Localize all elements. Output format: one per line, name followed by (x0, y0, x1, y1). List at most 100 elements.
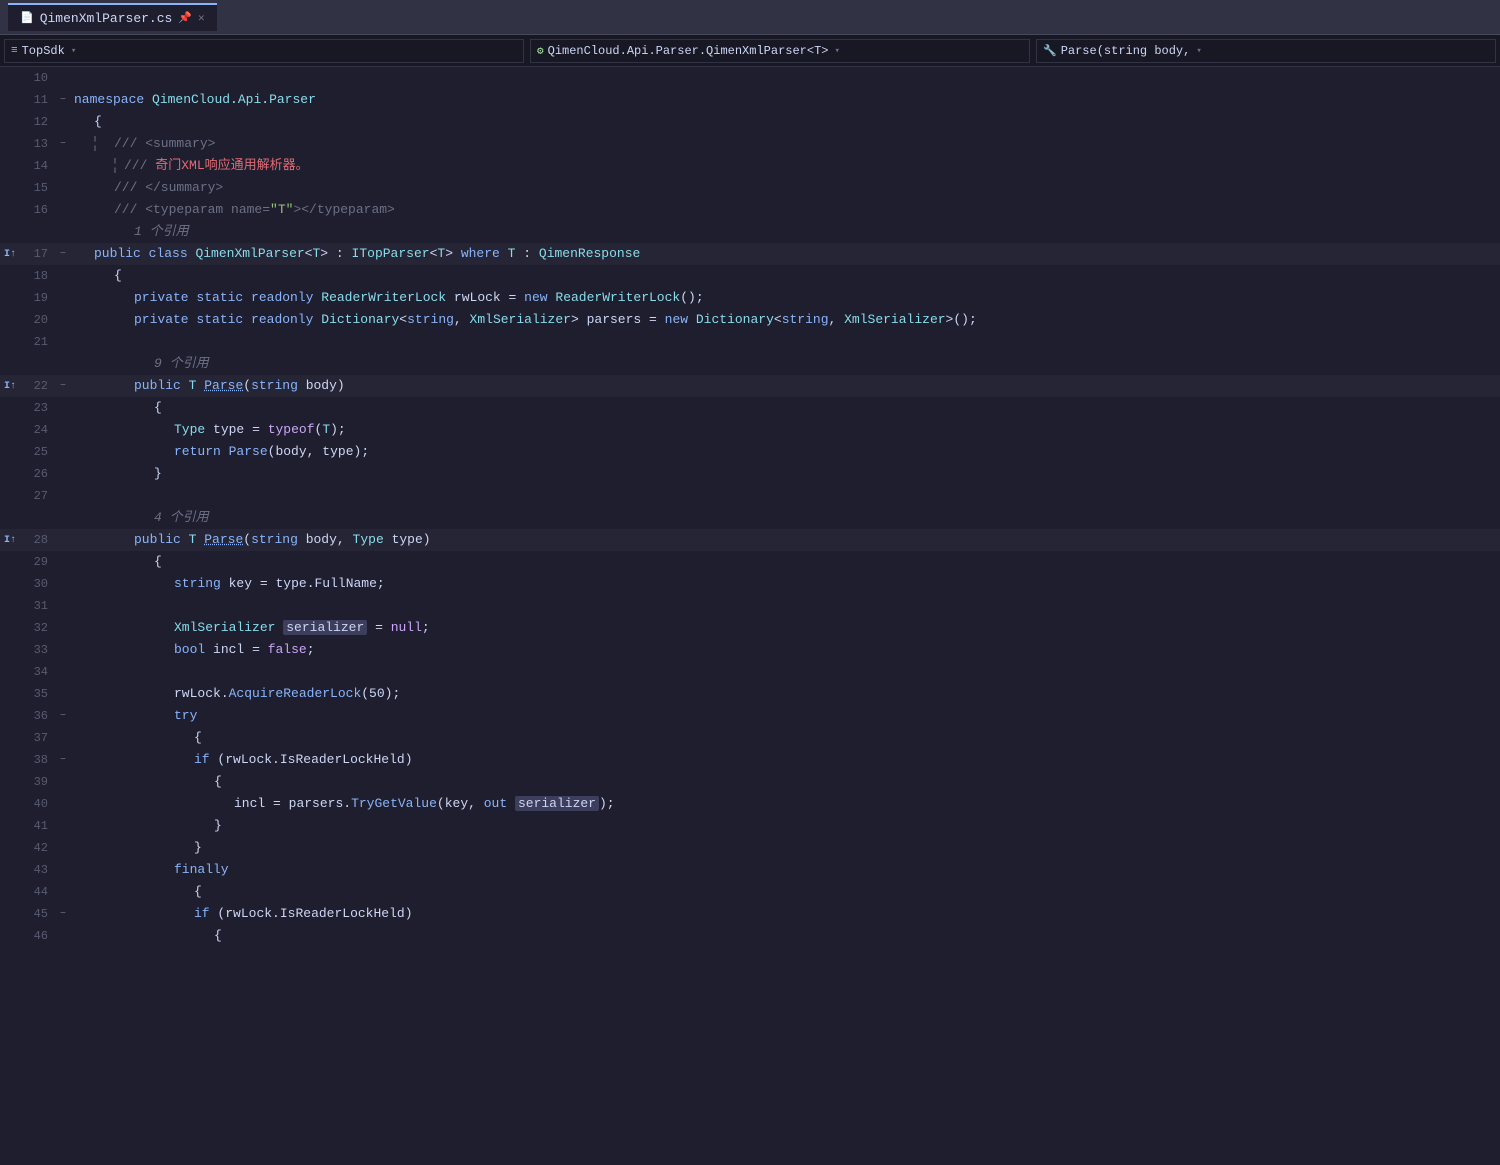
fold-22[interactable]: − (56, 381, 70, 392)
content-12: { (70, 111, 1500, 133)
content-35: rwLock.AcquireReaderLock(50); (70, 683, 1500, 705)
content-42: } (70, 837, 1500, 859)
linenum-32: 32 (20, 621, 56, 635)
line-39: 39 { (0, 771, 1500, 793)
line-12: 12 { (0, 111, 1500, 133)
chevron-down-icon-3: ▾ (1196, 46, 1201, 56)
line-27: 27 (0, 485, 1500, 507)
module-icon: ≡ (11, 45, 18, 57)
linenum-22: 22 (20, 379, 56, 393)
content-19: private static readonly ReaderWriterLock… (70, 287, 1500, 309)
content-17: public class QimenXmlParser<T> : ITopPar… (70, 243, 1500, 265)
linenum-31: 31 (20, 599, 56, 613)
linenum-38: 38 (20, 753, 56, 767)
chevron-down-icon: ▾ (71, 46, 76, 56)
content-36: try (70, 705, 1500, 727)
close-icon[interactable]: ✕ (198, 11, 205, 25)
linenum-45: 45 (20, 907, 56, 921)
line-26: 26 } (0, 463, 1500, 485)
line-32: 32 XmlSerializer serializer = null; (0, 617, 1500, 639)
indicator-17: I↑ (0, 249, 20, 260)
content-43: finally (70, 859, 1500, 881)
linenum-46: 46 (20, 929, 56, 943)
linenum-36: 36 (20, 709, 56, 723)
linenum-21: 21 (20, 335, 56, 349)
content-20: private static readonly Dictionary<strin… (70, 309, 1500, 331)
linenum-34: 34 (20, 665, 56, 679)
content-16: /// <typeparam name="T"></typeparam> (70, 199, 1500, 221)
indicator-22: I↑ (0, 381, 20, 392)
line-40: 40 incl = parsers.TryGetValue(key, out s… (0, 793, 1500, 815)
method-icon: 🔧 (1043, 44, 1057, 58)
line-44: 44 { (0, 881, 1500, 903)
line-18: 18 { (0, 265, 1500, 287)
fold-13[interactable]: − (56, 139, 70, 150)
linenum-35: 35 (20, 687, 56, 701)
content-14: /// 奇门XML响应通用解析器。 (70, 155, 1500, 177)
line-29: 29 { (0, 551, 1500, 573)
line-36: 36 − try (0, 705, 1500, 727)
line-31: 31 (0, 595, 1500, 617)
tab-label: QimenXmlParser.cs (40, 11, 173, 26)
content-38: if (rwLock.IsReaderLockHeld) (70, 749, 1500, 771)
content-32: XmlSerializer serializer = null; (70, 617, 1500, 639)
linenum-12: 12 (20, 115, 56, 129)
linenum-25: 25 (20, 445, 56, 459)
fold-45[interactable]: − (56, 909, 70, 920)
linenum-19: 19 (20, 291, 56, 305)
linenum-37: 37 (20, 731, 56, 745)
chevron-down-icon-2: ▾ (834, 46, 839, 56)
line-11: 11 − namespace QimenCloud.Api.Parser (0, 89, 1500, 111)
line-45: 45 − if (rwLock.IsReaderLockHeld) (0, 903, 1500, 925)
content-30: string key = type.FullName; (70, 573, 1500, 595)
linenum-43: 43 (20, 863, 56, 877)
file-tab[interactable]: 📄 QimenXmlParser.cs 📌 ✕ (8, 3, 217, 31)
linenum-16: 16 (20, 203, 56, 217)
code-view[interactable]: 10 11 − namespace QimenCloud.Api.Parser … (0, 67, 1500, 1165)
line-10: 10 (0, 67, 1500, 89)
line-41: 41 } (0, 815, 1500, 837)
breadcrumb-method[interactable]: 🔧 Parse(string body, ▾ (1036, 39, 1496, 63)
linenum-27: 27 (20, 489, 56, 503)
content-41: } (70, 815, 1500, 837)
fold-36[interactable]: − (56, 711, 70, 722)
editor-container: 10 11 − namespace QimenCloud.Api.Parser … (0, 67, 1500, 1165)
line-37: 37 { (0, 727, 1500, 749)
content-23: { (70, 397, 1500, 419)
ref-count-line-1: 1 个引用 (0, 221, 1500, 243)
line-38: 38 − if (rwLock.IsReaderLockHeld) (0, 749, 1500, 771)
fold-38[interactable]: − (56, 755, 70, 766)
line-14: 14 /// 奇门XML响应通用解析器。 (0, 155, 1500, 177)
linenum-13: 13 (20, 137, 56, 151)
line-43: 43 finally (0, 859, 1500, 881)
linenum-26: 26 (20, 467, 56, 481)
linenum-15: 15 (20, 181, 56, 195)
linenum-42: 42 (20, 841, 56, 855)
indicator-28: I↑ (0, 535, 20, 546)
breadcrumb-topsdk-label: TopSdk (22, 44, 65, 58)
content-24: Type type = typeof(T); (70, 419, 1500, 441)
content-46: { (70, 925, 1500, 947)
toolbar: ≡ TopSdk ▾ ⚙ QimenCloud.Api.Parser.Qimen… (0, 35, 1500, 67)
ref-count-line-9: 9 个引用 (0, 353, 1500, 375)
breadcrumb-class[interactable]: ⚙ QimenCloud.Api.Parser.QimenXmlParser<T… (530, 39, 1030, 63)
class-icon: ⚙ (537, 44, 544, 58)
fold-17[interactable]: − (56, 249, 70, 260)
content-ref4: 4 个引用 (70, 507, 1500, 529)
linenum-33: 33 (20, 643, 56, 657)
content-25: return Parse(body, type); (70, 441, 1500, 463)
content-29: { (70, 551, 1500, 573)
linenum-17: 17 (20, 247, 56, 261)
line-15: 15 /// </summary> (0, 177, 1500, 199)
content-37: { (70, 727, 1500, 749)
linenum-44: 44 (20, 885, 56, 899)
breadcrumb-method-label: Parse(string body, (1061, 44, 1191, 58)
breadcrumb-topsdk[interactable]: ≡ TopSdk ▾ (4, 39, 524, 63)
line-20: 20 private static readonly Dictionary<st… (0, 309, 1500, 331)
line-28: I↑ 28 public T Parse(string body, Type t… (0, 529, 1500, 551)
content-11: namespace QimenCloud.Api.Parser (70, 89, 1500, 111)
content-13: /// <summary> (70, 133, 1500, 155)
fold-11[interactable]: − (56, 95, 70, 106)
linenum-39: 39 (20, 775, 56, 789)
pin-icon: 📌 (178, 11, 192, 25)
